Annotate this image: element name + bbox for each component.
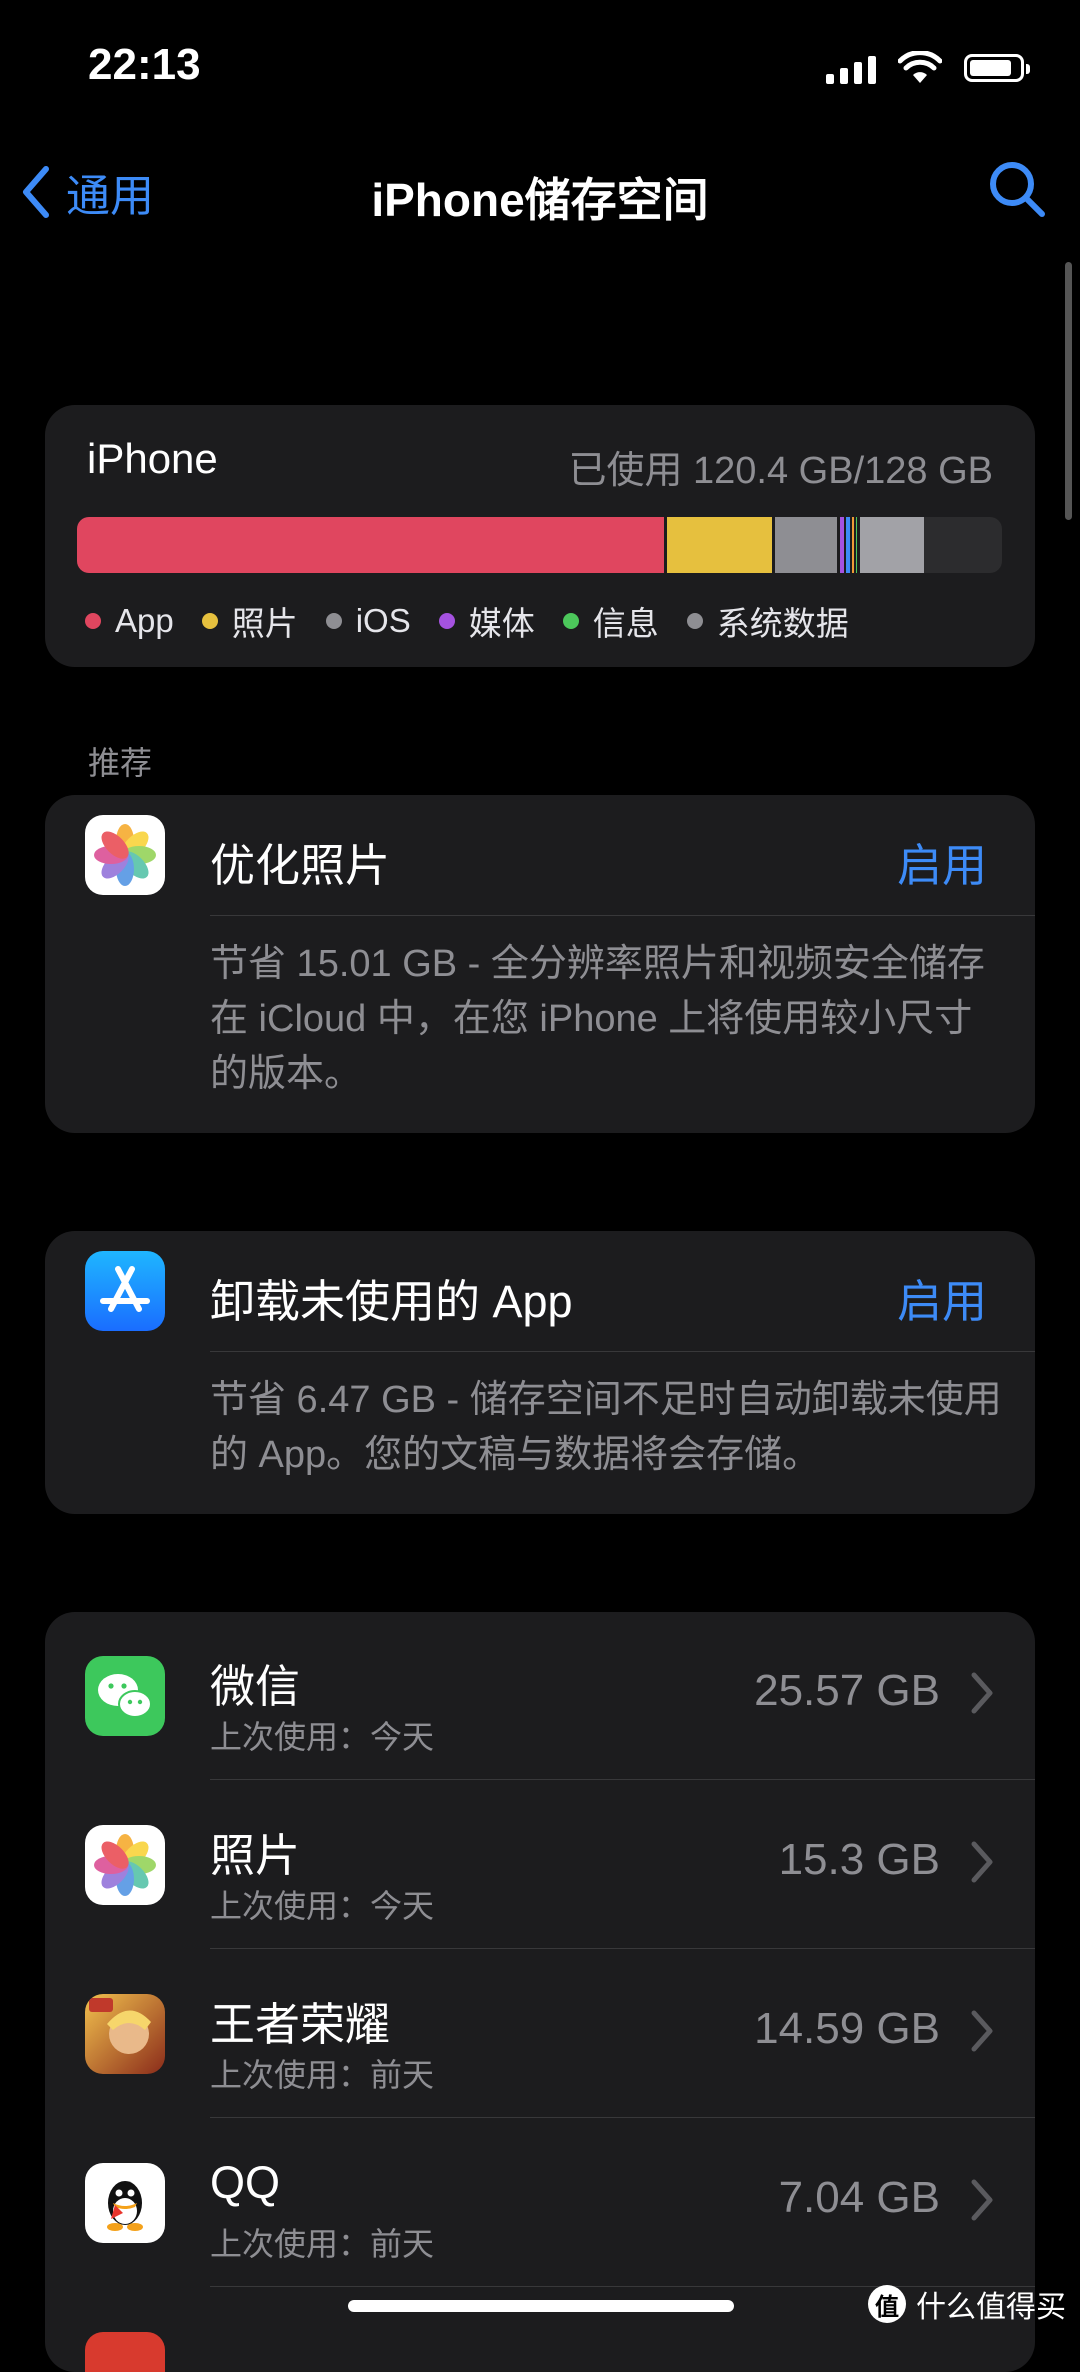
device-name: iPhone bbox=[87, 435, 218, 482]
app-size: 7.04 GB bbox=[778, 2173, 940, 2222]
app-row-wechat[interactable]: 微信 上次使用：今天 25.57 GB bbox=[45, 1612, 1035, 1780]
legend-dot bbox=[438, 613, 455, 629]
chevron-right-icon bbox=[971, 1841, 993, 1883]
legend-label: 系统数据 bbox=[716, 605, 849, 642]
watermark-logo: 值 bbox=[868, 2285, 906, 2323]
storage-overview-card: iPhone 已使用 120.4 GB/128 GB App 照片 iOS 媒体 bbox=[45, 405, 1035, 667]
status-bar: 22:13 bbox=[0, 0, 1080, 140]
legend-dot bbox=[85, 613, 101, 629]
legend-label: App bbox=[115, 602, 174, 639]
search-icon[interactable] bbox=[984, 156, 1050, 222]
recommendation-title: 优化照片 bbox=[210, 840, 391, 891]
legend-item-messages: 信息 bbox=[562, 597, 659, 645]
app-last-used: 上次使用：今天 bbox=[210, 1719, 435, 1755]
app-size: 15.3 GB bbox=[778, 1835, 940, 1884]
legend-dot bbox=[325, 613, 342, 629]
app-store-icon bbox=[85, 1251, 165, 1331]
watermark-text: 什么值得买 bbox=[916, 2291, 1066, 2324]
app-row-photos[interactable]: 照片 上次使用：今天 15.3 GB bbox=[45, 1781, 1035, 1949]
app-icon-partial bbox=[85, 2332, 165, 2372]
divider bbox=[210, 1351, 1035, 1352]
app-name: 王者荣耀 bbox=[210, 1999, 391, 2050]
battery-icon bbox=[964, 54, 1030, 82]
legend-item-app: App bbox=[85, 602, 174, 640]
legend-dot bbox=[562, 613, 579, 629]
home-indicator[interactable] bbox=[348, 2300, 734, 2312]
game-icon bbox=[85, 1994, 165, 2074]
wifi-icon bbox=[898, 51, 942, 83]
wechat-icon bbox=[85, 1656, 165, 1736]
storage-segment-system-data bbox=[860, 517, 924, 573]
recommendation-title: 卸载未使用的 App bbox=[210, 1276, 573, 1327]
divider bbox=[210, 915, 1035, 916]
legend-dot bbox=[686, 613, 703, 629]
cellular-signal-icon bbox=[826, 52, 876, 84]
legend-label: 照片 bbox=[231, 605, 298, 642]
divider bbox=[210, 2117, 1035, 2118]
recommendation-optimize-photos: 优化照片 启用 节省 15.01 GB - 全分辨率照片和视频安全储存在 iCl… bbox=[45, 795, 1035, 1133]
page-title: iPhone储存空间 bbox=[371, 174, 709, 226]
legend-label: 媒体 bbox=[468, 605, 535, 642]
enable-optimize-photos-button[interactable]: 启用 bbox=[897, 829, 987, 894]
legend-item-system-data: 系统数据 bbox=[686, 597, 849, 645]
storage-used-text: 已使用 120.4 GB/128 GB bbox=[568, 450, 993, 492]
legend-dot bbox=[201, 613, 218, 629]
watermark: 值 什么值得买 bbox=[868, 2282, 1066, 2326]
qq-icon bbox=[85, 2163, 165, 2243]
storage-segment-ios bbox=[775, 517, 840, 573]
app-size: 25.57 GB bbox=[754, 1666, 940, 1715]
divider bbox=[210, 1948, 1035, 1949]
enable-offload-apps-button[interactable]: 启用 bbox=[897, 1265, 987, 1330]
storage-legend: App 照片 iOS 媒体 信息 系统数据 bbox=[85, 597, 849, 645]
recommendation-description: 节省 6.47 GB - 储存空间不足时自动卸载未使用的 App。您的文稿与数据… bbox=[210, 1379, 1002, 1476]
photos-icon bbox=[85, 1825, 165, 1905]
status-time: 22:13 bbox=[88, 40, 201, 89]
app-name: 照片 bbox=[210, 1830, 301, 1881]
app-last-used: 上次使用：今天 bbox=[210, 1888, 435, 1924]
scroll-indicator[interactable] bbox=[1065, 262, 1072, 520]
legend-item-media: 媒体 bbox=[438, 597, 535, 645]
app-storage-list: 微信 上次使用：今天 25.57 GB 照片 上次使用：今天 15.3 GB 王… bbox=[45, 1612, 1035, 2372]
app-name: QQ bbox=[210, 2157, 281, 2208]
legend-label: 信息 bbox=[592, 605, 659, 642]
navigation-bar: 通用 iPhone储存空间 bbox=[0, 150, 1080, 230]
status-icons bbox=[826, 48, 1030, 88]
app-last-used: 上次使用：前天 bbox=[210, 2226, 435, 2262]
legend-item-photos: 照片 bbox=[201, 597, 298, 645]
legend-label: iOS bbox=[355, 602, 411, 639]
storage-segment-app bbox=[77, 517, 667, 573]
chevron-right-icon bbox=[971, 2010, 993, 2052]
recommendation-offload-apps: 卸载未使用的 App 启用 节省 6.47 GB - 储存空间不足时自动卸载未使… bbox=[45, 1231, 1035, 1514]
app-row-qq[interactable]: QQ 上次使用：前天 7.04 GB bbox=[45, 2119, 1035, 2287]
app-row-honor-of-kings[interactable]: 王者荣耀 上次使用：前天 14.59 GB bbox=[45, 1950, 1035, 2118]
section-label-recommendations: 推荐 bbox=[88, 745, 153, 781]
legend-item-ios: iOS bbox=[325, 602, 411, 640]
divider bbox=[210, 1779, 1035, 1780]
photos-icon bbox=[85, 815, 165, 895]
storage-usage-bar bbox=[77, 517, 1002, 573]
app-name: 微信 bbox=[210, 1661, 301, 1712]
app-size: 14.59 GB bbox=[754, 2004, 940, 2053]
app-last-used: 上次使用：前天 bbox=[210, 2057, 435, 2093]
battery-level bbox=[970, 60, 1011, 76]
storage-segment-photos bbox=[667, 517, 775, 573]
recommendation-description: 节省 15.01 GB - 全分辨率照片和视频安全储存在 iCloud 中，在您… bbox=[210, 943, 985, 1095]
chevron-right-icon bbox=[971, 2179, 993, 2221]
chevron-right-icon bbox=[971, 1672, 993, 1714]
